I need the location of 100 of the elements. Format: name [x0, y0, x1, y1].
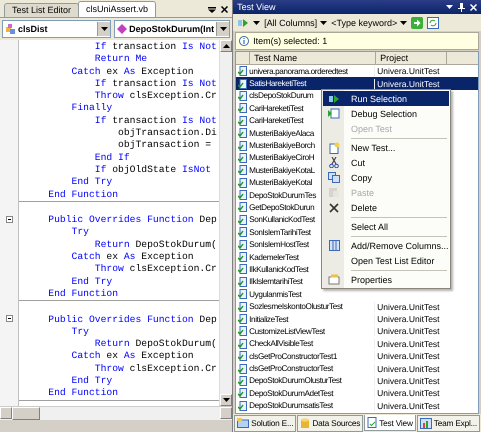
- test-row[interactable]: CheckAllVisibleTest Univera.UnitTest: [236, 338, 478, 350]
- menu-item[interactable]: Cut: [323, 155, 449, 170]
- test-name: DepoStokDurumAdetTest: [249, 388, 334, 398]
- document-tab[interactable]: Test List Editor: [4, 3, 80, 17]
- test-view-icon: [367, 417, 378, 428]
- test-name: MusteriBakiyeAlaca: [249, 128, 314, 138]
- delete-icon: [329, 202, 339, 212]
- code-line: objTransaction =: [117, 139, 212, 152]
- menu-item[interactable]: Properties: [323, 272, 449, 287]
- project-cell: Univera.UnitTest: [374, 326, 448, 336]
- column-header[interactable]: Project: [376, 52, 448, 64]
- code-line: Return DepoStokDurum(: [94, 338, 218, 350]
- code-line: Catch ex As Exception: [70, 350, 195, 363]
- column-header[interactable]: Test Name: [250, 52, 376, 64]
- test-name: SozlesmeIskontoOlusturTest: [249, 302, 343, 312]
- test-document-icon: [238, 90, 248, 101]
- menu-item[interactable]: Run Selection: [323, 91, 449, 106]
- test-document-icon: [238, 178, 248, 188]
- project-cell: Univera.UnitTest: [374, 314, 448, 324]
- test-document-icon: [238, 116, 248, 126]
- run-icon[interactable]: [237, 18, 250, 28]
- window-menu-icon[interactable]: [208, 6, 216, 12]
- test-row[interactable]: InitializeTest Univera.UnitTest: [236, 312, 478, 326]
- class-icon: [5, 24, 16, 34]
- menu-item[interactable]: Delete: [323, 200, 449, 215]
- test-name: CustomizeListViewTest: [249, 326, 325, 336]
- panel-tab[interactable]: Test View: [364, 415, 416, 431]
- test-name: MusteriBakiyeBorch: [249, 141, 315, 150]
- class-combo[interactable]: clsDist: [2, 20, 112, 38]
- menu-item[interactable]: Debug Selection: [323, 106, 449, 121]
- test-row[interactable]: CustomizeListViewTest Univera.UnitTest: [236, 325, 478, 338]
- collapse-icon[interactable]: [6, 315, 13, 322]
- code-line: Catch ex As Exception: [70, 66, 195, 78]
- go-arrow-icon[interactable]: [411, 16, 424, 28]
- new-document-icon: [328, 142, 340, 154]
- collapse-icon[interactable]: [6, 216, 13, 223]
- code-line: End Try: [70, 375, 114, 388]
- menu-item[interactable]: Add/Remove Columns...: [323, 238, 449, 253]
- columns-icon: [328, 240, 340, 251]
- horizontal-scrollbar[interactable]: [0, 406, 232, 420]
- keyword-field[interactable]: <Type keyword>: [331, 18, 408, 28]
- panel-tab[interactable]: Data Sources: [297, 414, 364, 432]
- menu-item[interactable]: Select All: [323, 219, 449, 234]
- panel-tab[interactable]: Solution E...: [234, 414, 296, 432]
- database-icon: [300, 418, 310, 428]
- test-row[interactable]: univera.panorama.orderedtest Univera.UnitTest: [236, 65, 478, 78]
- code-line: If transaction Is Not: [94, 41, 218, 54]
- test-document-icon: [238, 190, 248, 200]
- test-row[interactable]: clsGetProConstructorTest Univera.UnitTest: [236, 362, 478, 375]
- code-line: Try: [70, 226, 90, 239]
- test-row[interactable]: clsGetProConstructorTest1 Univera.UnitTest: [236, 350, 478, 362]
- test-name: clsGetProConstructorTest1: [249, 352, 338, 361]
- vertical-scrollbar[interactable]: [219, 40, 232, 406]
- explorer-icon: [237, 418, 250, 428]
- dropdown-arrow-icon: [400, 20, 408, 24]
- test-row[interactable]: SozlesmeIskontoOlusturTest Univera.UnitTest: [236, 300, 478, 313]
- document-tab[interactable]: clsUniAssert.vb: [78, 1, 156, 17]
- menu-item[interactable]: Open Test List Editor: [323, 253, 449, 268]
- test-document-icon: [238, 202, 248, 212]
- window-menu-icon[interactable]: [446, 5, 453, 9]
- member-combo[interactable]: DepoStokDurum(Int: [114, 20, 230, 38]
- code-line: Throw clsException.Cr: [94, 90, 218, 102]
- panel-tab[interactable]: Team Expl...: [416, 414, 480, 432]
- test-document-icon: [238, 103, 248, 114]
- test-name: IlkIslemtarihiTest: [249, 277, 302, 286]
- column-filter-combo[interactable]: [All Columns]: [264, 18, 328, 28]
- test-name: MusteriBakiyeKotal: [249, 178, 312, 188]
- test-name: DepoStokDurumsatisTest: [249, 401, 333, 410]
- test-name: UygulanmisTest: [249, 290, 302, 299]
- close-icon[interactable]: [221, 6, 228, 13]
- info-text: Item(s) selected: 1: [253, 36, 328, 46]
- project-cell: Univera.UnitTest: [374, 302, 448, 312]
- scroll-up-icon[interactable]: [222, 44, 230, 48]
- paste-icon: [328, 187, 340, 198]
- project-cell: Univera.UnitTest: [374, 376, 448, 386]
- code-line: Try: [70, 326, 90, 338]
- test-document-icon: [238, 78, 248, 89]
- test-document-icon: [238, 314, 248, 324]
- test-row[interactable]: DepoStokDurumsatisTest Univera.UnitTest: [236, 400, 478, 412]
- code-line: If objOldState IsNot: [94, 164, 212, 176]
- info-icon: [239, 36, 250, 46]
- project-cell: Univera.UnitTest: [374, 351, 448, 362]
- copy-icon: [328, 172, 340, 183]
- menu-item[interactable]: Copy: [323, 170, 449, 185]
- test-document-icon: [238, 165, 248, 176]
- test-document-icon: [238, 152, 248, 163]
- test-row[interactable]: DepoStokDurumOlusturTest Univera.UnitTest: [236, 374, 478, 388]
- refresh-icon[interactable]: [427, 16, 440, 28]
- test-document-icon: [238, 364, 248, 374]
- code-line: objTransaction.Di: [117, 127, 218, 140]
- test-name: SonIslemTarihiTest: [249, 228, 311, 237]
- panel-title: Test View: [237, 2, 276, 12]
- run-icon: [328, 94, 340, 104]
- pin-icon[interactable]: [458, 2, 465, 12]
- test-row[interactable]: DepoStokDurumAdetTest Univera.UnitTest: [236, 387, 478, 400]
- code-line: Return Me: [94, 53, 148, 66]
- test-row[interactable]: SatisHareketiTest Univera.UnitTest: [236, 77, 478, 90]
- test-document-icon: [238, 276, 248, 287]
- menu-item[interactable]: New Test...: [323, 140, 449, 155]
- test-name: InitializeTest: [249, 314, 288, 324]
